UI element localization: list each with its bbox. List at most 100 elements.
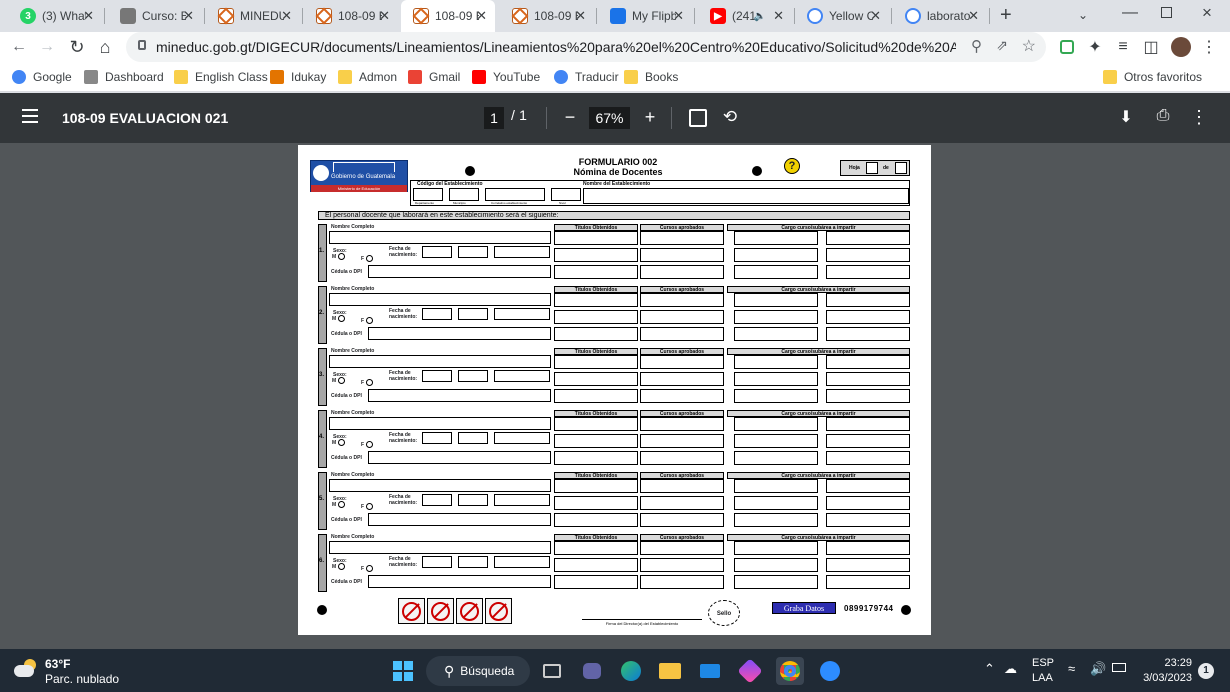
address-bar[interactable]: mineduc.gob.gt/DIGECUR/documents/Lineami… bbox=[126, 32, 1046, 62]
bookmark-traducir[interactable]: Traducir bbox=[554, 68, 619, 86]
rotate-icon[interactable]: ⟲ bbox=[721, 107, 739, 127]
other-bookmarks[interactable]: Otros favoritos bbox=[1102, 68, 1202, 86]
clock-date[interactable]: 3/03/2023 bbox=[1132, 672, 1192, 684]
tab-2[interactable]: Curso: E ✕ bbox=[108, 3, 202, 29]
entry-number: 6. bbox=[319, 558, 325, 564]
bookmark-label: Admon bbox=[359, 70, 398, 84]
clock-time[interactable]: 23:29 bbox=[1140, 657, 1192, 669]
print-icon[interactable]: ⎙ bbox=[1153, 107, 1173, 125]
tab-close-icon[interactable]: ✕ bbox=[83, 8, 94, 24]
bookmark-gmail[interactable]: Gmail bbox=[408, 68, 460, 86]
chrome-icon[interactable] bbox=[776, 657, 804, 685]
tab-4[interactable]: 108-09 E ✕ bbox=[304, 3, 398, 29]
bookmark-dashboard[interactable]: Dashboard bbox=[84, 68, 164, 86]
bookmark-admon[interactable]: Admon bbox=[338, 68, 397, 86]
profile-avatar[interactable] bbox=[1170, 36, 1192, 58]
entry-number: 2. bbox=[319, 310, 325, 316]
tab-close-icon[interactable]: ✕ bbox=[281, 8, 292, 24]
fit-page-icon[interactable] bbox=[689, 109, 707, 127]
pdf-viewer[interactable]: Gobierno de Guatemala Ministerio de Educ… bbox=[0, 143, 1230, 649]
tab-10[interactable]: laborato ✕ bbox=[893, 3, 987, 29]
edge-icon[interactable] bbox=[617, 657, 645, 685]
registration-dot bbox=[317, 605, 327, 615]
forward-icon[interactable]: → bbox=[36, 36, 58, 58]
zoom-search-icon[interactable]: ⚲ bbox=[971, 37, 982, 55]
window-close-icon[interactable]: × bbox=[1202, 3, 1212, 23]
volume-icon[interactable]: 🔊 bbox=[1090, 661, 1106, 677]
new-tab-icon[interactable]: + bbox=[1000, 4, 1012, 27]
radio-m bbox=[338, 377, 345, 384]
bookmark-google[interactable]: Google bbox=[12, 68, 72, 86]
tab-close-icon[interactable]: ✕ bbox=[673, 8, 684, 24]
notification-badge[interactable]: 1 bbox=[1198, 663, 1214, 679]
dashboard-icon bbox=[84, 70, 98, 84]
bookmark-english-class[interactable]: English Class bbox=[174, 68, 268, 86]
bookmark-books[interactable]: Books bbox=[624, 68, 678, 86]
extensions-puzzle-icon[interactable]: ✦ bbox=[1084, 36, 1106, 58]
tab-6[interactable]: 108-09 E ✕ bbox=[500, 3, 594, 29]
tab-1[interactable]: 3 (3) What ✕ bbox=[8, 3, 102, 29]
tab-close-icon[interactable]: ✕ bbox=[773, 8, 784, 24]
lang-code[interactable]: ESP bbox=[1032, 657, 1054, 669]
menu-icon[interactable] bbox=[22, 109, 38, 123]
zoom-out-icon[interactable]: − bbox=[562, 107, 578, 128]
pdf-more-icon[interactable]: ⋮ bbox=[1190, 107, 1208, 128]
f-label: F bbox=[361, 504, 365, 510]
onedrive-icon[interactable]: ☁ bbox=[1004, 661, 1017, 677]
lang-layout[interactable]: LAA bbox=[1032, 672, 1053, 684]
side-panel-icon[interactable]: ◫ bbox=[1140, 36, 1162, 58]
share-icon[interactable]: ⇗ bbox=[996, 37, 1008, 54]
tab-7[interactable]: My Flipb ✕ bbox=[598, 3, 692, 29]
maximize-icon[interactable] bbox=[1161, 7, 1172, 18]
mail-icon[interactable] bbox=[696, 657, 724, 685]
windows-start-icon[interactable] bbox=[389, 657, 417, 685]
cargo-header: Cargo curso/subárea a impartir bbox=[727, 534, 910, 541]
tab-search-icon[interactable]: ⌄ bbox=[1078, 8, 1088, 22]
tab-close-icon[interactable]: ✕ bbox=[968, 8, 979, 24]
cedula-field bbox=[368, 513, 551, 526]
home-icon[interactable]: ⌂ bbox=[94, 36, 116, 58]
lock-icon[interactable] bbox=[138, 40, 146, 50]
tab-close-icon[interactable]: ✕ bbox=[476, 8, 487, 24]
bookmark-idukay[interactable]: Idukay bbox=[270, 68, 326, 86]
tab-5[interactable]: 108-09 E ✕ bbox=[401, 0, 495, 32]
menu-kebab-icon[interactable]: ⋮ bbox=[1198, 36, 1220, 58]
audio-playing-icon[interactable]: 🔈 bbox=[754, 11, 766, 22]
back-icon[interactable]: ← bbox=[8, 36, 30, 58]
weather-desc[interactable]: Parc. nublado bbox=[45, 672, 119, 686]
taskbar-search[interactable]: ⚲ Búsqueda bbox=[426, 656, 530, 686]
wifi-icon[interactable]: ≈ bbox=[1068, 661, 1075, 676]
bookmark-youtube[interactable]: YouTube bbox=[472, 68, 540, 86]
reload-icon[interactable]: ↻ bbox=[66, 36, 88, 58]
url-text[interactable]: mineduc.gob.gt/DIGECUR/documents/Lineami… bbox=[156, 39, 956, 55]
page-input[interactable]: 1 bbox=[484, 107, 504, 129]
tab-9[interactable]: Yellow C ✕ bbox=[795, 3, 889, 29]
file-explorer-icon[interactable] bbox=[656, 657, 684, 685]
m-label: M bbox=[332, 316, 337, 322]
cargo-field bbox=[826, 541, 910, 555]
weather-temp[interactable]: 63°F bbox=[45, 657, 70, 671]
f-label: F bbox=[361, 566, 365, 572]
zoom-level[interactable]: 67% bbox=[589, 107, 630, 129]
tab-close-icon[interactable]: ✕ bbox=[379, 8, 390, 24]
weather-cloud-icon[interactable] bbox=[14, 659, 38, 679]
cedula-label: Cédula o DPI bbox=[331, 517, 362, 523]
zoom-icon[interactable] bbox=[816, 657, 844, 685]
tab-8[interactable]: ▶ (241 🔈 ✕ bbox=[698, 3, 792, 29]
zoom-in-icon[interactable]: + bbox=[642, 107, 658, 128]
tab-close-icon[interactable]: ✕ bbox=[870, 8, 881, 24]
extension-green-icon[interactable] bbox=[1056, 36, 1078, 58]
battery-icon[interactable] bbox=[1112, 663, 1126, 672]
teams-chat-icon[interactable] bbox=[578, 657, 606, 685]
tab-close-icon[interactable]: ✕ bbox=[575, 8, 586, 24]
chevron-up-icon[interactable]: ⌃ bbox=[984, 661, 995, 677]
download-icon[interactable]: ⬇ bbox=[1117, 107, 1135, 127]
bookmark-star-icon[interactable]: ☆ bbox=[1022, 36, 1036, 56]
tab-close-icon[interactable]: ✕ bbox=[183, 8, 194, 24]
reading-list-icon[interactable]: ≡ bbox=[1112, 36, 1134, 58]
task-view-icon[interactable] bbox=[538, 657, 566, 685]
entry-number: 1. bbox=[319, 248, 325, 254]
minimize-icon[interactable]: — bbox=[1122, 4, 1138, 22]
tab-3[interactable]: MINEDU ✕ bbox=[206, 3, 300, 29]
copilot-icon[interactable] bbox=[736, 657, 764, 685]
